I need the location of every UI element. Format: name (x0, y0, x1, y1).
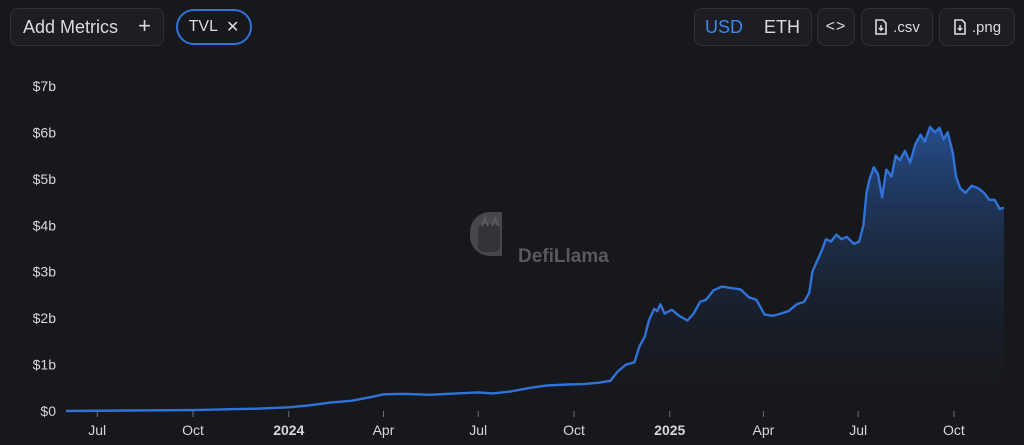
metric-chip-tvl[interactable]: TVL ✕ (176, 9, 252, 45)
defillama-watermark: DefiLlama (470, 212, 609, 267)
currency-toggle: USD ETH (694, 8, 812, 46)
y-axis: $0 $1b $2b $3b $4b $5b $6b $7b (33, 78, 57, 419)
embed-button[interactable]: <> (817, 8, 855, 46)
tvl-chart[interactable]: $0$1b$2b$3b$4b$5b$6b$7b Jul Oct 2024 Apr Jul… (0, 56, 1024, 445)
y-tick-label: $4b (33, 217, 57, 233)
add-metrics-label: Add Metrics (23, 16, 119, 37)
close-icon[interactable]: ✕ (226, 17, 239, 37)
x-tick-label: Oct (563, 422, 585, 438)
download-csv-button[interactable]: .csv (861, 8, 933, 46)
metric-chip-label: TVL (188, 18, 218, 35)
file-download-icon (875, 19, 887, 35)
y-tick-label: $6b (33, 124, 57, 140)
chart-toolbar: Add Metrics + TVL ✕ USD ETH <> .csv .png (0, 0, 1024, 56)
y-tick-label: $5b (33, 171, 57, 187)
png-label: .png (971, 18, 1002, 36)
y-tick-label: $2b (33, 310, 57, 326)
llama-logo-icon (470, 212, 502, 256)
x-tick-label: Apr (373, 422, 395, 438)
x-axis: Jul Oct 2024 Apr Jul Oct 2025 Apr Jul Oct (88, 411, 965, 438)
plus-icon: + (138, 13, 151, 38)
code-icon: <> (825, 18, 847, 35)
currency-option-usd[interactable]: USD (695, 17, 753, 38)
x-tick-label: Oct (943, 422, 965, 438)
y-tick-label: $1b (33, 357, 57, 373)
y-tick-label: $7b (33, 78, 57, 94)
tvl-area (66, 126, 1004, 412)
x-tick-label: 2024 (273, 422, 304, 438)
add-metrics-button[interactable]: Add Metrics + (10, 8, 164, 46)
x-tick-label: 2025 (654, 422, 685, 438)
x-tick-label: Jul (469, 422, 487, 438)
x-tick-label: Apr (753, 422, 775, 438)
x-tick-label: Jul (88, 422, 106, 438)
x-tick-label: Oct (182, 422, 204, 438)
x-tick-label: Jul (849, 422, 867, 438)
watermark-text: DefiLlama (518, 246, 609, 267)
y-tick-label: $3b (33, 264, 57, 280)
y-tick-label: $0 (40, 403, 56, 419)
download-png-button[interactable]: .png (939, 8, 1015, 46)
csv-label: .csv (893, 18, 920, 36)
file-download-icon (954, 19, 966, 35)
currency-option-eth[interactable]: ETH (753, 17, 811, 38)
